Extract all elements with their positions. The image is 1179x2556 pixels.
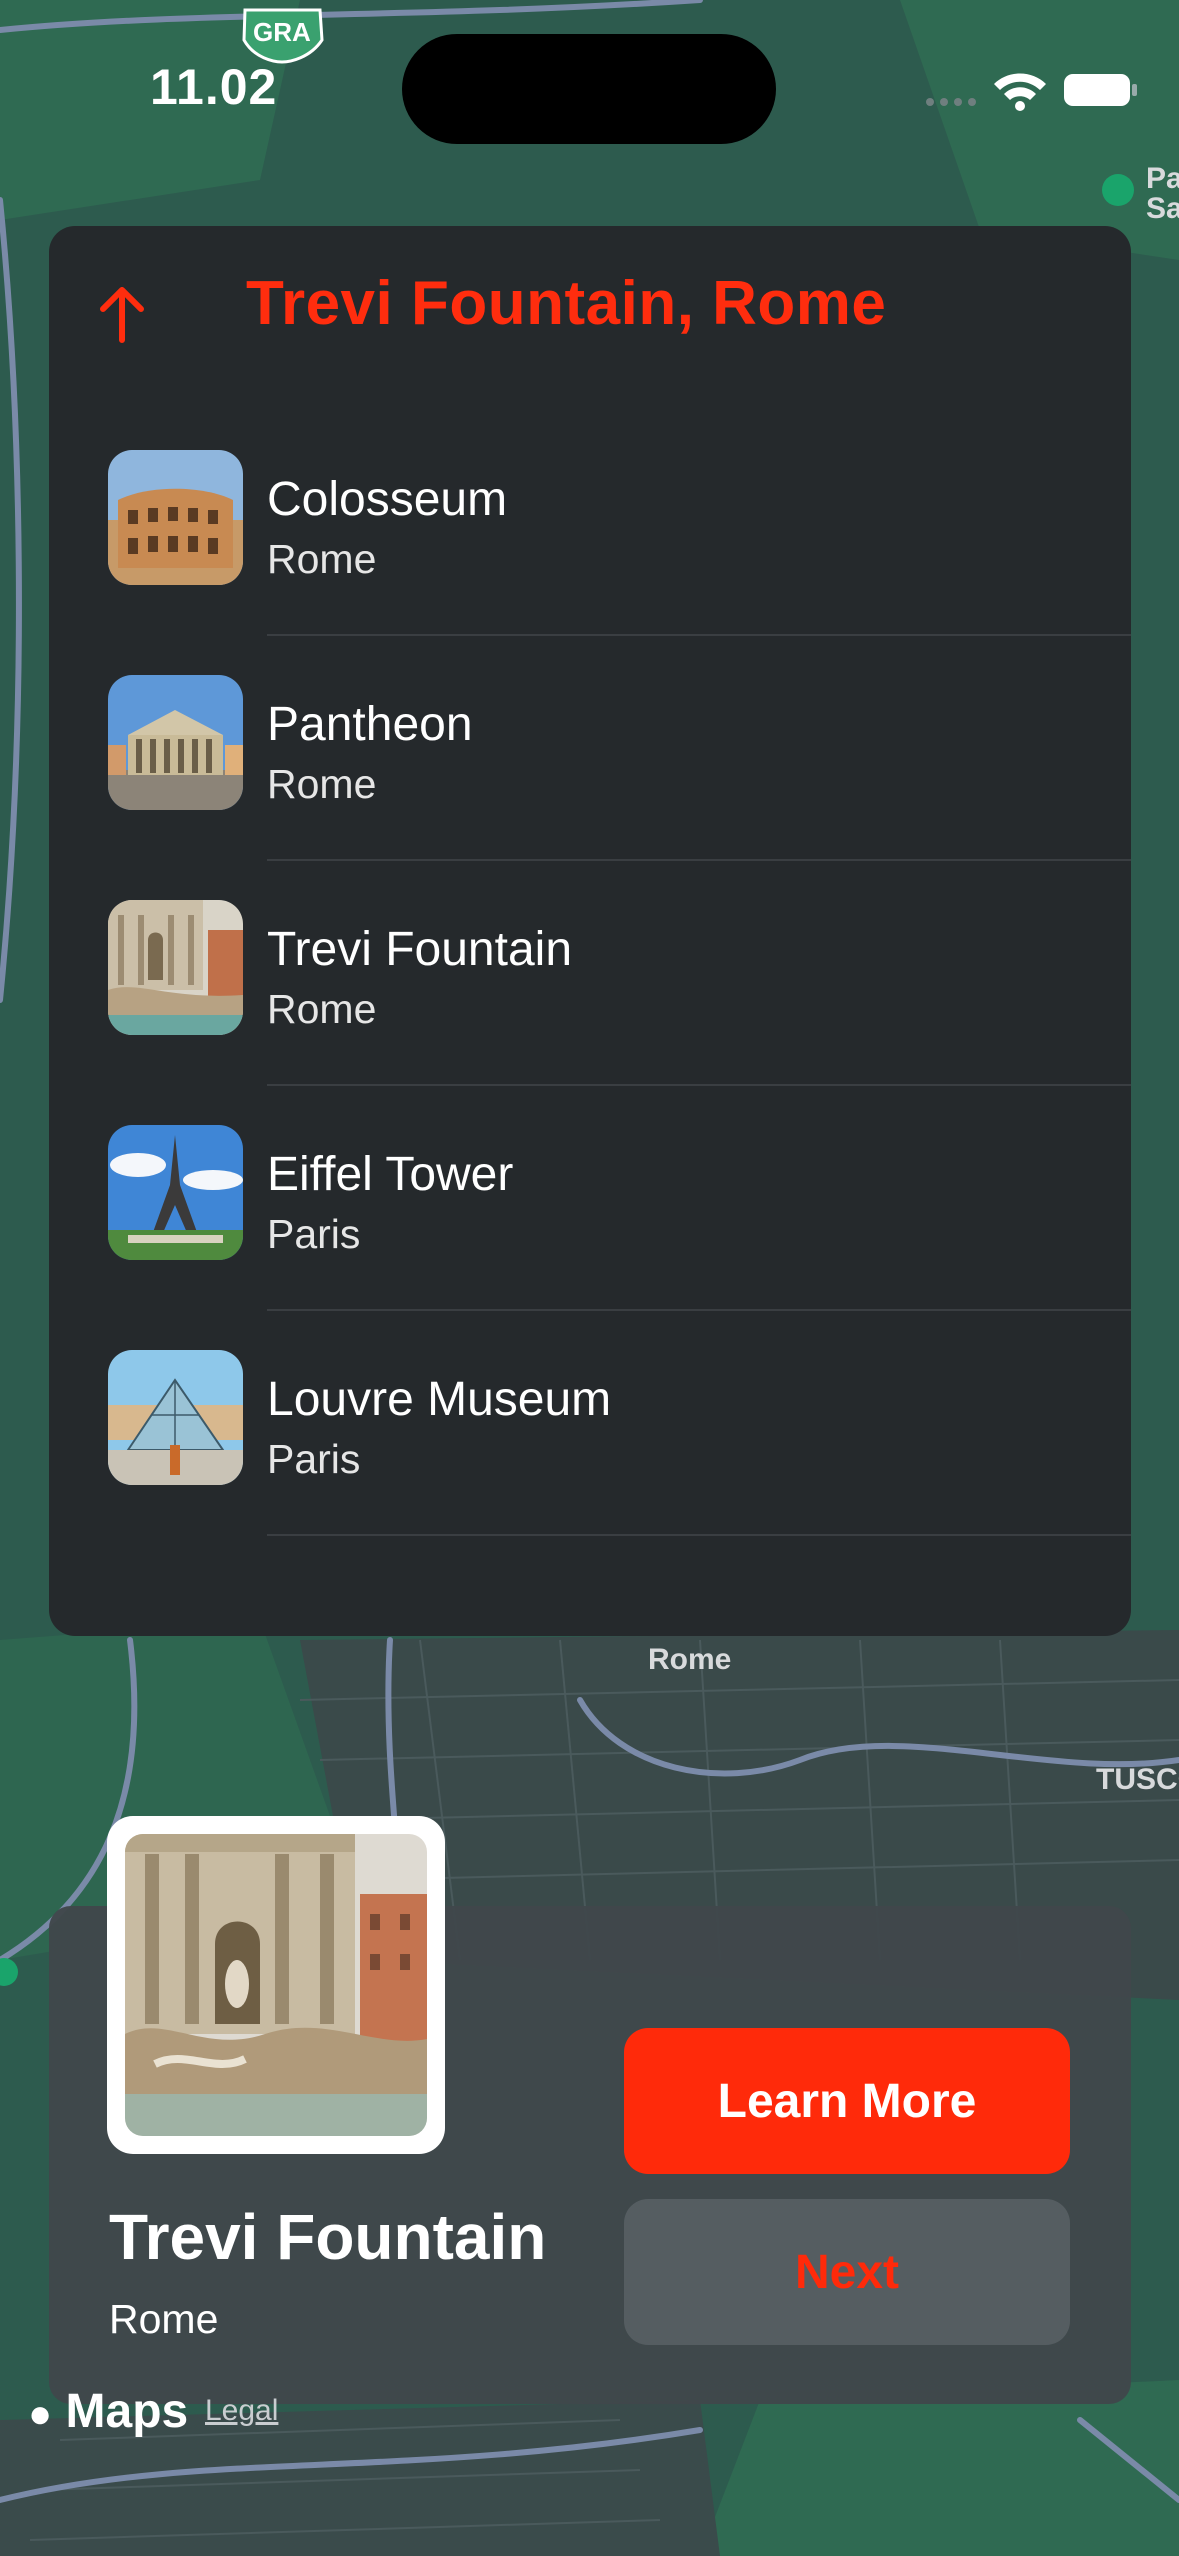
battery-icon xyxy=(1064,74,1137,106)
list-item-eiffel-tower[interactable]: Eiffel Tower Paris xyxy=(49,1121,1131,1346)
list-item-title: Trevi Fountain xyxy=(267,923,573,976)
list-item-subtitle: Rome xyxy=(267,761,377,807)
panel-title: Trevi Fountain, Rome xyxy=(246,269,887,338)
maps-attribution: ● Maps xyxy=(28,2384,188,2439)
list-item-trevi-fountain[interactable]: Trevi Fountain Rome xyxy=(49,896,1131,1121)
divider xyxy=(267,634,1131,636)
selected-place-photo-frame xyxy=(107,1816,445,2154)
learn-more-button[interactable]: Learn More xyxy=(624,2028,1070,2174)
wifi-icon xyxy=(994,73,1046,111)
status-icons xyxy=(920,62,1140,112)
trevi-fountain-image xyxy=(108,900,243,1035)
list-item-title: Pantheon xyxy=(267,698,473,751)
divider xyxy=(267,859,1131,861)
divider xyxy=(267,1534,1131,1536)
list-item-colosseum[interactable]: Colosseum Rome xyxy=(49,446,1131,671)
arrow-up-icon[interactable] xyxy=(97,284,147,344)
list-item-subtitle: Rome xyxy=(267,986,377,1032)
status-time: 11.02 xyxy=(150,59,278,115)
map-label-tusco: TUSCO xyxy=(1096,1763,1179,1796)
divider xyxy=(267,1084,1131,1086)
selected-place-subtitle: Rome xyxy=(109,2296,219,2342)
destinations-panel: Trevi Fountain, Rome Colosseum Rome Pant… xyxy=(49,226,1131,1636)
list-item-pantheon[interactable]: Pantheon Rome xyxy=(49,671,1131,896)
louvre-museum-image xyxy=(108,1350,243,1485)
map-label-pa: Pa xyxy=(1146,162,1179,195)
dynamic-island xyxy=(402,34,776,144)
next-button[interactable]: Next xyxy=(624,2199,1070,2345)
map-label-rome: Rome xyxy=(648,1643,732,1676)
colosseum-image xyxy=(108,450,243,585)
eiffel-tower-image xyxy=(108,1125,243,1260)
trevi-fountain-photo xyxy=(125,1834,427,2136)
map-label-sa: Sa xyxy=(1146,192,1179,225)
list-item-subtitle: Paris xyxy=(267,1436,361,1482)
selected-place-title: Trevi Fountain xyxy=(109,2201,547,2273)
destination-list: Colosseum Rome Pantheon Rome Trevi Fount… xyxy=(49,446,1131,1571)
list-item-louvre-museum[interactable]: Louvre Museum Paris xyxy=(49,1346,1131,1571)
legal-link[interactable]: Legal xyxy=(205,2394,278,2428)
list-item-subtitle: Paris xyxy=(267,1211,361,1257)
pantheon-image xyxy=(108,675,243,810)
cellular-signal-icon xyxy=(926,98,976,106)
map-label-gra: GRA xyxy=(253,17,311,47)
list-item-subtitle: Rome xyxy=(267,536,377,582)
divider xyxy=(267,1309,1131,1311)
list-item-title: Eiffel Tower xyxy=(267,1148,514,1201)
maps-label: Maps xyxy=(65,2385,189,2438)
apple-logo-icon: ● xyxy=(28,2392,53,2436)
list-item-title: Louvre Museum xyxy=(267,1373,612,1426)
list-item-title: Colosseum xyxy=(267,473,508,526)
panel-header: Trevi Fountain, Rome xyxy=(49,226,1131,386)
